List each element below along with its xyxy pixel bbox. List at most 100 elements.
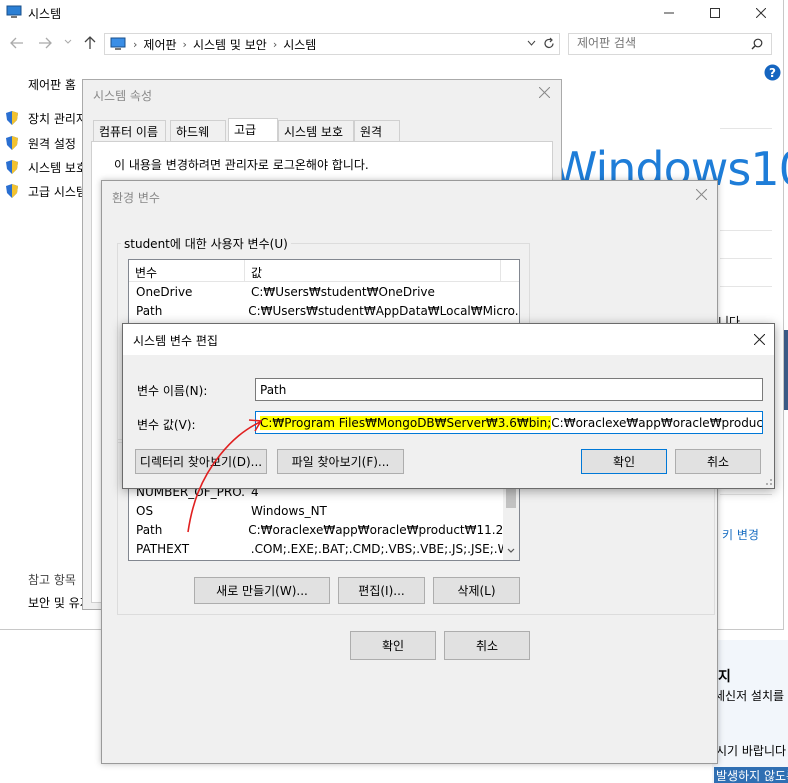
close-button[interactable] — [539, 87, 550, 98]
scrollbar[interactable] — [503, 482, 519, 560]
new-variable-button[interactable]: 새로 만들기(W)... — [194, 577, 330, 604]
ok-button[interactable]: 확인 — [581, 449, 667, 474]
minimize-icon — [664, 12, 674, 14]
edit-variable-button[interactable]: 편집(I)... — [338, 577, 425, 604]
divider — [720, 128, 772, 129]
address-bar[interactable]: › 제어판 › 시스템 및 보안 › 시스템 — [104, 33, 560, 55]
tab-system-protection[interactable]: 시스템 보호 — [278, 120, 354, 141]
shield-icon — [5, 183, 21, 201]
variable-value-field[interactable]: C:₩Program Files₩MongoDB₩Server₩3.6₩bin;… — [255, 411, 763, 434]
background-image-strip — [784, 330, 788, 410]
close-button[interactable] — [738, 0, 784, 26]
shield-icon — [5, 110, 21, 128]
variable-name-label: 변수 이름(N): — [137, 384, 208, 398]
variable-name: OneDrive — [136, 284, 193, 299]
variable-value-highlighted: C:₩Program Files₩MongoDB₩Server₩3.6₩bin; — [260, 416, 552, 430]
list-header: 변수 값 — [129, 260, 519, 282]
minimize-button[interactable] — [646, 0, 692, 26]
chevron-down-icon — [507, 548, 515, 553]
search-box[interactable] — [568, 33, 772, 55]
maximize-icon — [710, 8, 720, 18]
side-link-device-manager[interactable]: 장치 관리자 — [28, 110, 87, 127]
variable-value: C:₩Users₩student₩AppData₩Local₩Micro... — [248, 303, 519, 318]
side-link-remote-settings[interactable]: 원격 설정 — [28, 135, 76, 152]
recent-locations-button[interactable] — [64, 39, 72, 45]
column-header-variable[interactable]: 변수 — [129, 260, 245, 281]
scrollbar-thumb[interactable] — [506, 488, 516, 508]
arrow-left-icon — [10, 37, 23, 49]
notification-panel: 지 세신저 설치를 시기 바랍니다 발생하지 않도록 — [712, 640, 788, 783]
chevron-down-icon — [527, 40, 536, 46]
breadcrumb-system-security[interactable]: 시스템 및 보안 — [193, 36, 267, 53]
refresh-icon — [544, 37, 554, 49]
close-button[interactable] — [696, 189, 707, 200]
shield-icon — [5, 159, 21, 177]
close-icon — [756, 8, 766, 18]
change-settings-link[interactable]: 키 변경 — [722, 526, 759, 543]
variable-value: .COM;.EXE;.BAT;.CMD;.VBS;.VBE;.JS;.JSE;.… — [250, 541, 519, 556]
dialog-title: 환경 변수 — [112, 191, 160, 205]
arrow-up-icon — [84, 36, 96, 49]
tab-advanced[interactable]: 고급 — [228, 118, 278, 142]
close-button[interactable] — [754, 334, 765, 345]
address-dropdown-button[interactable] — [527, 40, 536, 46]
divider — [720, 286, 772, 287]
system-icon — [6, 5, 22, 19]
help-icon: ? — [764, 64, 781, 81]
divider — [720, 494, 772, 495]
tab-hardware[interactable]: 하드웨어 — [170, 120, 226, 156]
admin-notice: 이 내용을 변경하려면 관리자로 로그온해야 합니다. — [114, 158, 369, 172]
list-item[interactable]: PATHEXT .COM;.EXE;.BAT;.CMD;.VBS;.VBE;.J… — [129, 539, 519, 558]
dialog-title: 시스템 속성 — [93, 89, 153, 103]
tab-computer-name[interactable]: 컴퓨터 이름 — [93, 120, 166, 141]
back-button[interactable] — [10, 37, 24, 49]
control-panel-home-link[interactable]: 제어판 홈 — [28, 76, 76, 93]
breadcrumb-separator: › — [272, 37, 278, 51]
dialog-title: 시스템 변수 편집 — [133, 334, 218, 348]
variable-value: C:₩oraclexe₩app₩oracle₩product₩11.2.0... — [248, 522, 519, 537]
cancel-button[interactable]: 취소 — [675, 449, 761, 474]
variable-value: C:₩Users₩student₩OneDrive — [251, 284, 435, 299]
maximize-button[interactable] — [692, 0, 738, 26]
column-header-value[interactable]: 값 — [245, 260, 501, 281]
browse-file-button[interactable]: 파일 찾아보기(F)... — [277, 449, 404, 474]
notification-text: 발생하지 않도록 — [714, 767, 788, 783]
variable-name-value: Path — [260, 383, 287, 397]
svg-text:?: ? — [769, 66, 776, 80]
up-button[interactable] — [84, 36, 96, 50]
ok-button[interactable]: 확인 — [350, 631, 436, 660]
chevron-down-icon — [64, 39, 72, 44]
arrow-right-icon — [39, 37, 52, 49]
side-link-system-protection[interactable]: 시스템 보호 — [28, 159, 87, 176]
breadcrumb-separator: › — [133, 37, 138, 51]
variable-name-field[interactable]: Path — [255, 378, 763, 401]
notification-title: 지 — [718, 669, 731, 685]
window-title: 시스템 — [28, 7, 62, 21]
breadcrumb-control-panel[interactable]: 제어판 — [143, 36, 176, 53]
close-icon — [754, 334, 765, 345]
user-variables-label: student에 대한 사용자 변수(U) — [121, 235, 291, 252]
help-button[interactable]: ? — [764, 64, 781, 81]
list-item[interactable]: Path C:₩Users₩student₩AppData₩Local₩Micr… — [129, 301, 519, 320]
title-bar: 시스템 — [0, 0, 784, 26]
scroll-down-button[interactable] — [507, 548, 515, 554]
breadcrumb-separator: › — [182, 37, 187, 51]
cancel-button[interactable]: 취소 — [444, 631, 530, 660]
see-also-heading: 참고 항목 — [28, 573, 76, 587]
resize-grip-icon[interactable] — [763, 476, 773, 486]
delete-variable-button[interactable]: 삭제(L) — [433, 577, 520, 604]
variable-name: PATHEXT — [136, 541, 190, 556]
control-panel-icon — [110, 37, 126, 51]
tab-remote[interactable]: 원격 — [354, 120, 400, 141]
search-input[interactable] — [577, 36, 747, 50]
variable-name: Path — [136, 303, 163, 318]
breadcrumb-system[interactable]: 시스템 — [283, 36, 316, 53]
forward-button[interactable] — [38, 37, 52, 49]
variable-value-rest: C:₩oraclexe₩app₩oracle₩product₩11.2.0₩se — [551, 416, 763, 430]
list-item[interactable]: OneDrive C:₩Users₩student₩OneDrive — [129, 282, 519, 301]
divider — [720, 230, 772, 231]
close-icon — [696, 189, 707, 200]
notification-text: 시기 바랍니다 — [716, 744, 787, 758]
refresh-button[interactable] — [543, 37, 555, 50]
close-icon — [539, 87, 550, 98]
